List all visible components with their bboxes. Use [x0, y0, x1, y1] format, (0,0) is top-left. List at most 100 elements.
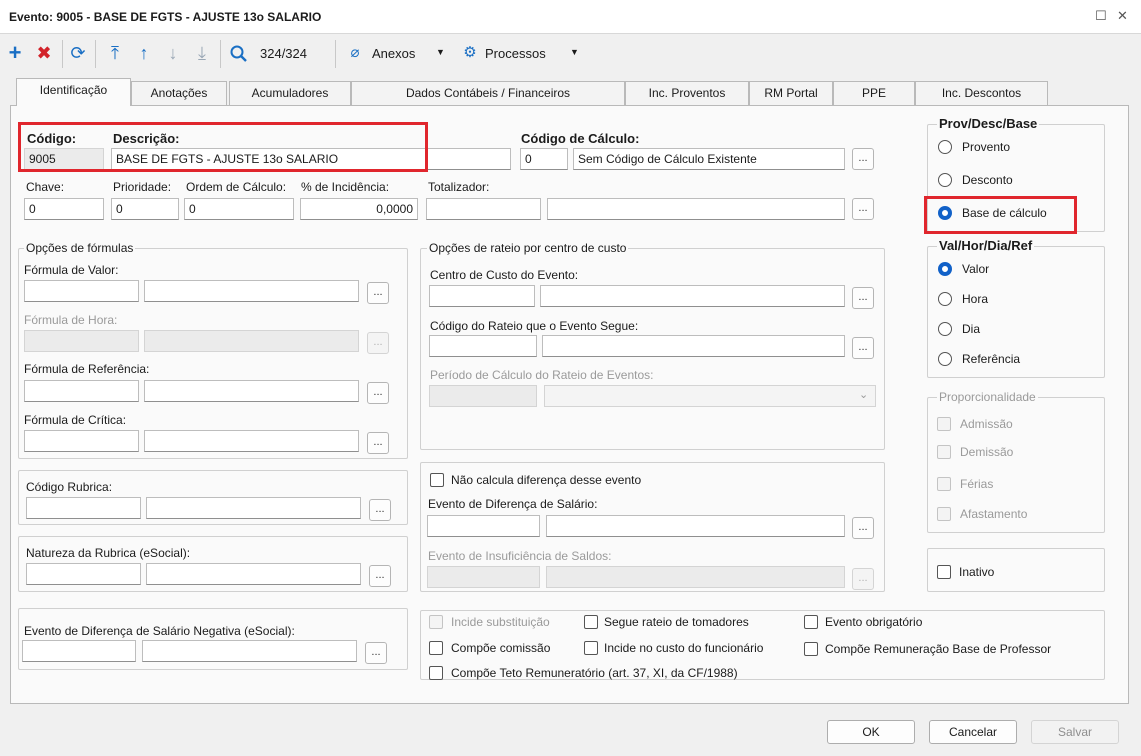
- centro-custo-code-field[interactable]: [429, 285, 535, 307]
- evento-insuficiencia-desc-field[interactable]: [546, 566, 845, 588]
- maximize-button[interactable]: ☐: [1095, 8, 1107, 24]
- next-record-icon[interactable]: ↓: [163, 42, 183, 64]
- referencia-radio[interactable]: [938, 352, 952, 366]
- chevron-down-icon[interactable]: ⌄: [859, 388, 868, 401]
- chevron-down-icon[interactable]: ▼: [436, 47, 445, 57]
- provento-label: Provento: [962, 140, 1011, 154]
- formula-hora-desc-field[interactable]: [144, 330, 359, 352]
- first-record-icon[interactable]: ⤒: [105, 42, 125, 64]
- incidencia-label: % de Incidência:: [301, 180, 390, 194]
- demissao-checkbox[interactable]: [937, 445, 951, 459]
- natureza-rubrica-code-field[interactable]: [26, 563, 141, 585]
- totalizador-code-field[interactable]: [426, 198, 541, 220]
- tab-dados-contabeis[interactable]: Dados Contábeis / Financeiros: [351, 81, 625, 105]
- provento-radio[interactable]: [938, 140, 952, 154]
- gear-icon[interactable]: ⚙: [460, 42, 480, 64]
- codigo-rubrica-code-field[interactable]: [26, 497, 141, 519]
- last-record-icon[interactable]: ⤓: [192, 42, 212, 64]
- formula-valor-code-field[interactable]: [24, 280, 139, 302]
- incide-custo-checkbox[interactable]: [584, 641, 598, 655]
- proporcionalidade-title: Proporcionalidade: [937, 390, 1038, 404]
- codigo-rubrica-desc-field[interactable]: [146, 497, 361, 519]
- add-icon[interactable]: +: [5, 42, 25, 64]
- formula-critica-desc-field[interactable]: [144, 430, 359, 452]
- compoe-comissao-checkbox[interactable]: [429, 641, 443, 655]
- evento-diferenca-desc-field[interactable]: [546, 515, 845, 537]
- hora-radio[interactable]: [938, 292, 952, 306]
- afastamento-checkbox[interactable]: [937, 507, 951, 521]
- search-icon[interactable]: [229, 44, 249, 64]
- compoe-remuneracao-checkbox[interactable]: [804, 642, 818, 656]
- totalizador-lookup-button[interactable]: ...: [852, 198, 874, 220]
- highlight-box: [924, 196, 1077, 234]
- formula-referencia-code-field[interactable]: [24, 380, 139, 402]
- tab-ppe[interactable]: PPE: [833, 81, 915, 105]
- previous-record-icon[interactable]: ↑: [134, 42, 154, 64]
- diferenca-negativa-desc-field[interactable]: [142, 640, 357, 662]
- formula-valor-lookup-button[interactable]: ...: [367, 282, 389, 304]
- formula-referencia-lookup-button[interactable]: ...: [367, 382, 389, 404]
- admissao-checkbox[interactable]: [937, 417, 951, 431]
- processos-menu[interactable]: Processos: [485, 46, 546, 61]
- prioridade-field[interactable]: 0: [111, 198, 179, 220]
- codigo-rateio-lookup-button[interactable]: ...: [852, 337, 874, 359]
- tab-anotacoes[interactable]: Anotações: [131, 81, 227, 105]
- totalizador-desc-field[interactable]: [547, 198, 845, 220]
- ok-button[interactable]: OK: [827, 720, 915, 744]
- inativo-checkbox[interactable]: [937, 565, 951, 579]
- formula-hora-code-field[interactable]: [24, 330, 139, 352]
- anexos-menu[interactable]: Anexos: [372, 46, 415, 61]
- evento-obrigatorio-checkbox[interactable]: [804, 615, 818, 629]
- incide-substituicao-checkbox[interactable]: [429, 615, 443, 629]
- compoe-remuneracao-label: Compõe Remuneração Base de Professor: [825, 642, 1052, 656]
- formula-valor-desc-field[interactable]: [144, 280, 359, 302]
- paperclip-icon[interactable]: ⌀: [345, 42, 365, 64]
- tab-identificacao[interactable]: Identificação: [16, 78, 131, 106]
- tab-inc-descontos[interactable]: Inc. Descontos: [915, 81, 1048, 105]
- centro-custo-desc-field[interactable]: [540, 285, 845, 307]
- tab-acumuladores[interactable]: Acumuladores: [229, 81, 351, 105]
- close-button[interactable]: ✕: [1117, 8, 1128, 24]
- natureza-rubrica-desc-field[interactable]: [146, 563, 361, 585]
- valor-label: Valor: [962, 262, 990, 276]
- ferias-checkbox[interactable]: [937, 477, 951, 491]
- chave-field[interactable]: 0: [24, 198, 104, 220]
- inativo-group: [927, 548, 1105, 592]
- tab-rm-portal[interactable]: RM Portal: [749, 81, 833, 105]
- save-button[interactable]: Salvar: [1031, 720, 1119, 744]
- codigo-calculo-desc[interactable]: Sem Código de Cálculo Existente: [573, 148, 845, 170]
- evento-insuficiencia-lookup-button[interactable]: ...: [852, 568, 874, 590]
- tab-inc-proventos[interactable]: Inc. Proventos: [625, 81, 749, 105]
- formula-critica-code-field[interactable]: [24, 430, 139, 452]
- valor-radio[interactable]: [938, 262, 952, 276]
- chevron-down-icon[interactable]: ▼: [570, 47, 579, 57]
- nao-calcula-checkbox[interactable]: [430, 473, 444, 487]
- diferenca-negativa-code-field[interactable]: [22, 640, 136, 662]
- diferenca-negativa-lookup-button[interactable]: ...: [365, 642, 387, 664]
- delete-icon[interactable]: ✖: [34, 42, 54, 64]
- evento-diferenca-code-field[interactable]: [427, 515, 540, 537]
- codigo-rateio-desc-field[interactable]: [542, 335, 845, 357]
- formula-hora-lookup-button[interactable]: ...: [367, 332, 389, 354]
- hora-label: Hora: [962, 292, 989, 306]
- segue-rateio-checkbox[interactable]: [584, 615, 598, 629]
- dia-radio[interactable]: [938, 322, 952, 336]
- codigo-calculo-lookup-button[interactable]: ...: [852, 148, 874, 170]
- incidencia-field[interactable]: 0,0000: [300, 198, 418, 220]
- evento-insuficiencia-code-field[interactable]: [427, 566, 540, 588]
- formula-critica-lookup-button[interactable]: ...: [367, 432, 389, 454]
- cancel-button[interactable]: Cancelar: [929, 720, 1017, 744]
- natureza-rubrica-lookup-button[interactable]: ...: [369, 565, 391, 587]
- periodo-rateio-code-field[interactable]: [429, 385, 537, 407]
- formula-referencia-desc-field[interactable]: [144, 380, 359, 402]
- evento-diferenca-lookup-button[interactable]: ...: [852, 517, 874, 539]
- codigo-rateio-code-field[interactable]: [429, 335, 537, 357]
- desconto-radio[interactable]: [938, 173, 952, 187]
- centro-custo-lookup-button[interactable]: ...: [852, 287, 874, 309]
- refresh-icon[interactable]: ⟳: [68, 42, 88, 64]
- codigo-calculo-field[interactable]: 0: [520, 148, 568, 170]
- compoe-teto-checkbox[interactable]: [429, 666, 443, 680]
- periodo-rateio-select[interactable]: [544, 385, 876, 407]
- codigo-rubrica-lookup-button[interactable]: ...: [369, 499, 391, 521]
- ordem-calculo-field[interactable]: 0: [184, 198, 294, 220]
